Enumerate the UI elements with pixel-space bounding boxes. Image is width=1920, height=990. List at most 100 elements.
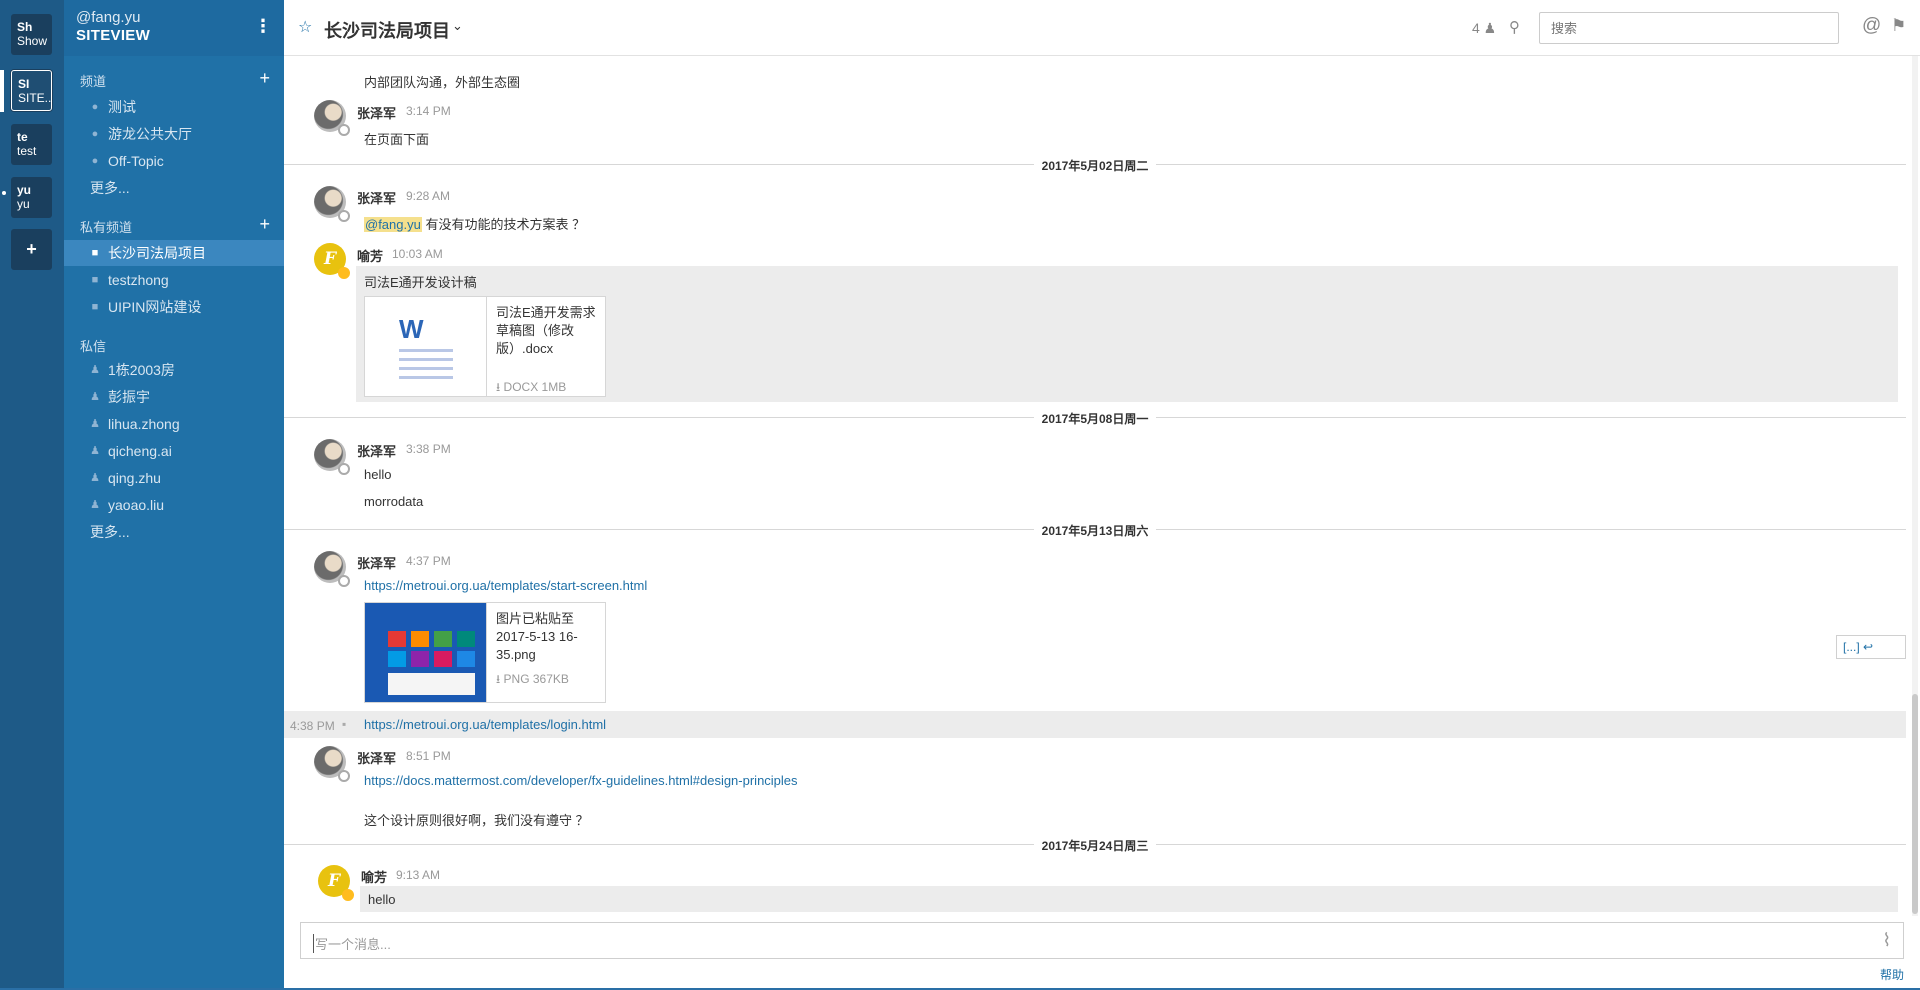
post-link[interactable]: https://metroui.org.ua/templates/start-s… [364,578,647,593]
dm-label: qicheng.ai [108,443,172,459]
post-message: hello [364,467,392,482]
person-icon: ♟ [90,472,100,484]
post-time[interactable]: 9:13 AM [396,868,440,882]
channel-label: 长沙司法局项目 [108,245,206,261]
mention-link[interactable]: @fang.yu [364,217,422,232]
download-icon[interactable]: ⭳ [496,672,504,686]
thumb-tile [411,631,429,647]
date-separator: 2017年5月08日周一 [284,408,1906,428]
post-username[interactable]: 张泽军 [357,188,396,207]
post-username[interactable]: 张泽军 [357,553,396,572]
post-username[interactable]: 喻芳 [361,867,387,886]
date-separator: 2017年5月02日周二 [284,155,1906,175]
image-attachment[interactable]: 图片已粘贴至2017-5-13 16-35.png ⭳ PNG 367KB [364,602,606,703]
post-time[interactable]: 3:14 PM [406,104,451,118]
sidebar-item-dm[interactable]: ♟ yaoao.liu [64,492,284,518]
channel-label: 测试 [108,99,136,115]
file-name[interactable]: 图片已粘贴至2017-5-13 16-35.png [496,610,601,664]
file-meta: ⭳ DOCX 1MB [496,378,566,399]
status-icon [338,124,350,136]
team-button-test[interactable]: te test [11,124,52,165]
channel-label: testzhong [108,272,169,288]
search-input[interactable] [1539,12,1839,44]
post-time[interactable]: 4:38 PM [290,719,335,733]
sidebar-item-changsha-project[interactable]: ■ 长沙司法局项目 [64,240,284,266]
at-icon[interactable]: @ [1862,15,1881,37]
team-button-show[interactable]: Sh Show [11,14,52,55]
person-icon: ♟ [90,391,100,403]
post-time[interactable]: 9:28 AM [406,189,450,203]
flag-icon[interactable]: ⚑ [1891,16,1906,36]
globe-icon: ● [91,101,99,113]
person-icon: ♟ [90,499,100,511]
file-size: PNG 367KB [503,672,569,686]
more-public-channels-link[interactable]: 更多... [64,175,284,201]
file-name[interactable]: 司法E通开发需求草稿图（修改版）.docx [496,304,601,358]
sidebar-item-testzhong[interactable]: ■ testzhong [64,267,284,293]
post-message: @fang.yu 有没有功能的技术方案表 ？ [364,214,585,233]
thumb-tile [457,651,475,667]
post-username[interactable]: 喻芳 [357,246,383,265]
sidebar-item-uipin[interactable]: ■ UIPIN网站建设 [64,294,284,320]
chevron-down-icon[interactable]: ⌄ [452,18,463,34]
reply-icon[interactable]: ↩ [1863,640,1873,654]
main-menu-icon[interactable]: ⋮ [254,16,272,37]
direct-messages-title: 私信 [80,339,107,354]
channel-label: 游龙公共大厅 [108,126,192,142]
status-icon [338,575,350,587]
sidebar-item-dm[interactable]: ♟ qicheng.ai [64,438,284,464]
message-composer[interactable]: 写一个消息... ⌇ [300,922,1904,959]
add-private-channel-button[interactable]: + [259,215,270,233]
post-time[interactable]: 10:03 AM [392,247,443,261]
team-name: yu [17,197,30,211]
file-attachment[interactable]: W 司法E通开发需求草稿图（修改版）.docx ⭳ DOCX 1MB [364,296,606,397]
post-link[interactable]: https://metroui.org.ua/templates/login.h… [364,717,606,732]
scrollbar-thumb[interactable] [1912,694,1918,914]
sidebar-item-dm[interactable]: ♟ lihua.zhong [64,411,284,437]
star-icon[interactable]: ☆ [298,17,312,37]
post-username[interactable]: 张泽军 [357,441,396,460]
file-size: DOCX 1MB [503,380,567,394]
comment-icon[interactable]: ▪ [342,717,346,731]
add-team-button[interactable]: + [11,229,52,270]
team-name: SITE... [18,91,52,105]
post-link[interactable]: https://docs.mattermost.com/developer/fx… [364,773,798,788]
member-count[interactable]: 4 ♟ [1472,20,1496,37]
public-channels-title: 频道 [80,74,107,89]
sidebar-item-off-topic[interactable]: ● Off-Topic [64,148,284,174]
post-highlight [360,886,1898,912]
post-time[interactable]: 3:38 PM [406,442,451,456]
sidebar-item-dm[interactable]: ♟ 1栋2003房 [64,357,284,383]
pin-icon[interactable]: ⚲ [1509,18,1520,36]
message-input-placeholder[interactable]: 写一个消息... [313,934,391,953]
post-message: 这个设计原则很好啊，我们没有遵守 ？ [364,813,589,828]
add-public-channel-button[interactable]: + [259,69,270,87]
post-username[interactable]: 张泽军 [357,103,396,122]
more-direct-messages-link[interactable]: 更多... [64,519,284,545]
post-message: 司法E通开发设计稿 [364,275,477,290]
team-button-siteview[interactable]: SI SITE... [11,70,52,111]
post-time[interactable]: 8:51 PM [406,749,451,763]
sidebar-item-dm[interactable]: ♟ qing.zhu [64,465,284,491]
paperclip-icon[interactable]: ⌇ [1882,930,1891,951]
team-abbr: yu [17,183,32,197]
more-actions-button[interactable]: [...] [1843,640,1860,654]
channel-header: ☆ 长沙司法局项目 ⌄ 4 ♟ ⚲ @ ⚑ [284,0,1920,56]
dm-label: lihua.zhong [108,416,180,432]
post-username[interactable]: 张泽军 [357,748,396,767]
sidebar-item-dm[interactable]: ♟ 彭振宇 [64,384,284,410]
sidebar-item-public-hall[interactable]: ● 游龙公共大厅 [64,121,284,147]
file-meta: ⭳ PNG 367KB [496,670,569,691]
channel-title[interactable]: 长沙司法局项目 [324,17,450,43]
main-content: ☆ 长沙司法局项目 ⌄ 4 ♟ ⚲ @ ⚑ 内部团队沟通，外部生态圈 张泽军 3… [284,0,1920,990]
person-icon: ♟ [90,418,100,430]
status-away-icon [342,889,354,901]
thumb-tile [434,651,452,667]
post-hover-menu: [...] ↩ [1836,635,1906,659]
sidebar-item-test[interactable]: ● 测试 [64,94,284,120]
post-time[interactable]: 4:37 PM [406,554,451,568]
help-link[interactable]: 帮助 [1880,966,1904,983]
post-text: 有没有功能的技术方案表 ？ [421,217,586,232]
team-button-yu[interactable]: yu yu [11,177,52,218]
download-icon[interactable]: ⭳ [496,380,504,394]
